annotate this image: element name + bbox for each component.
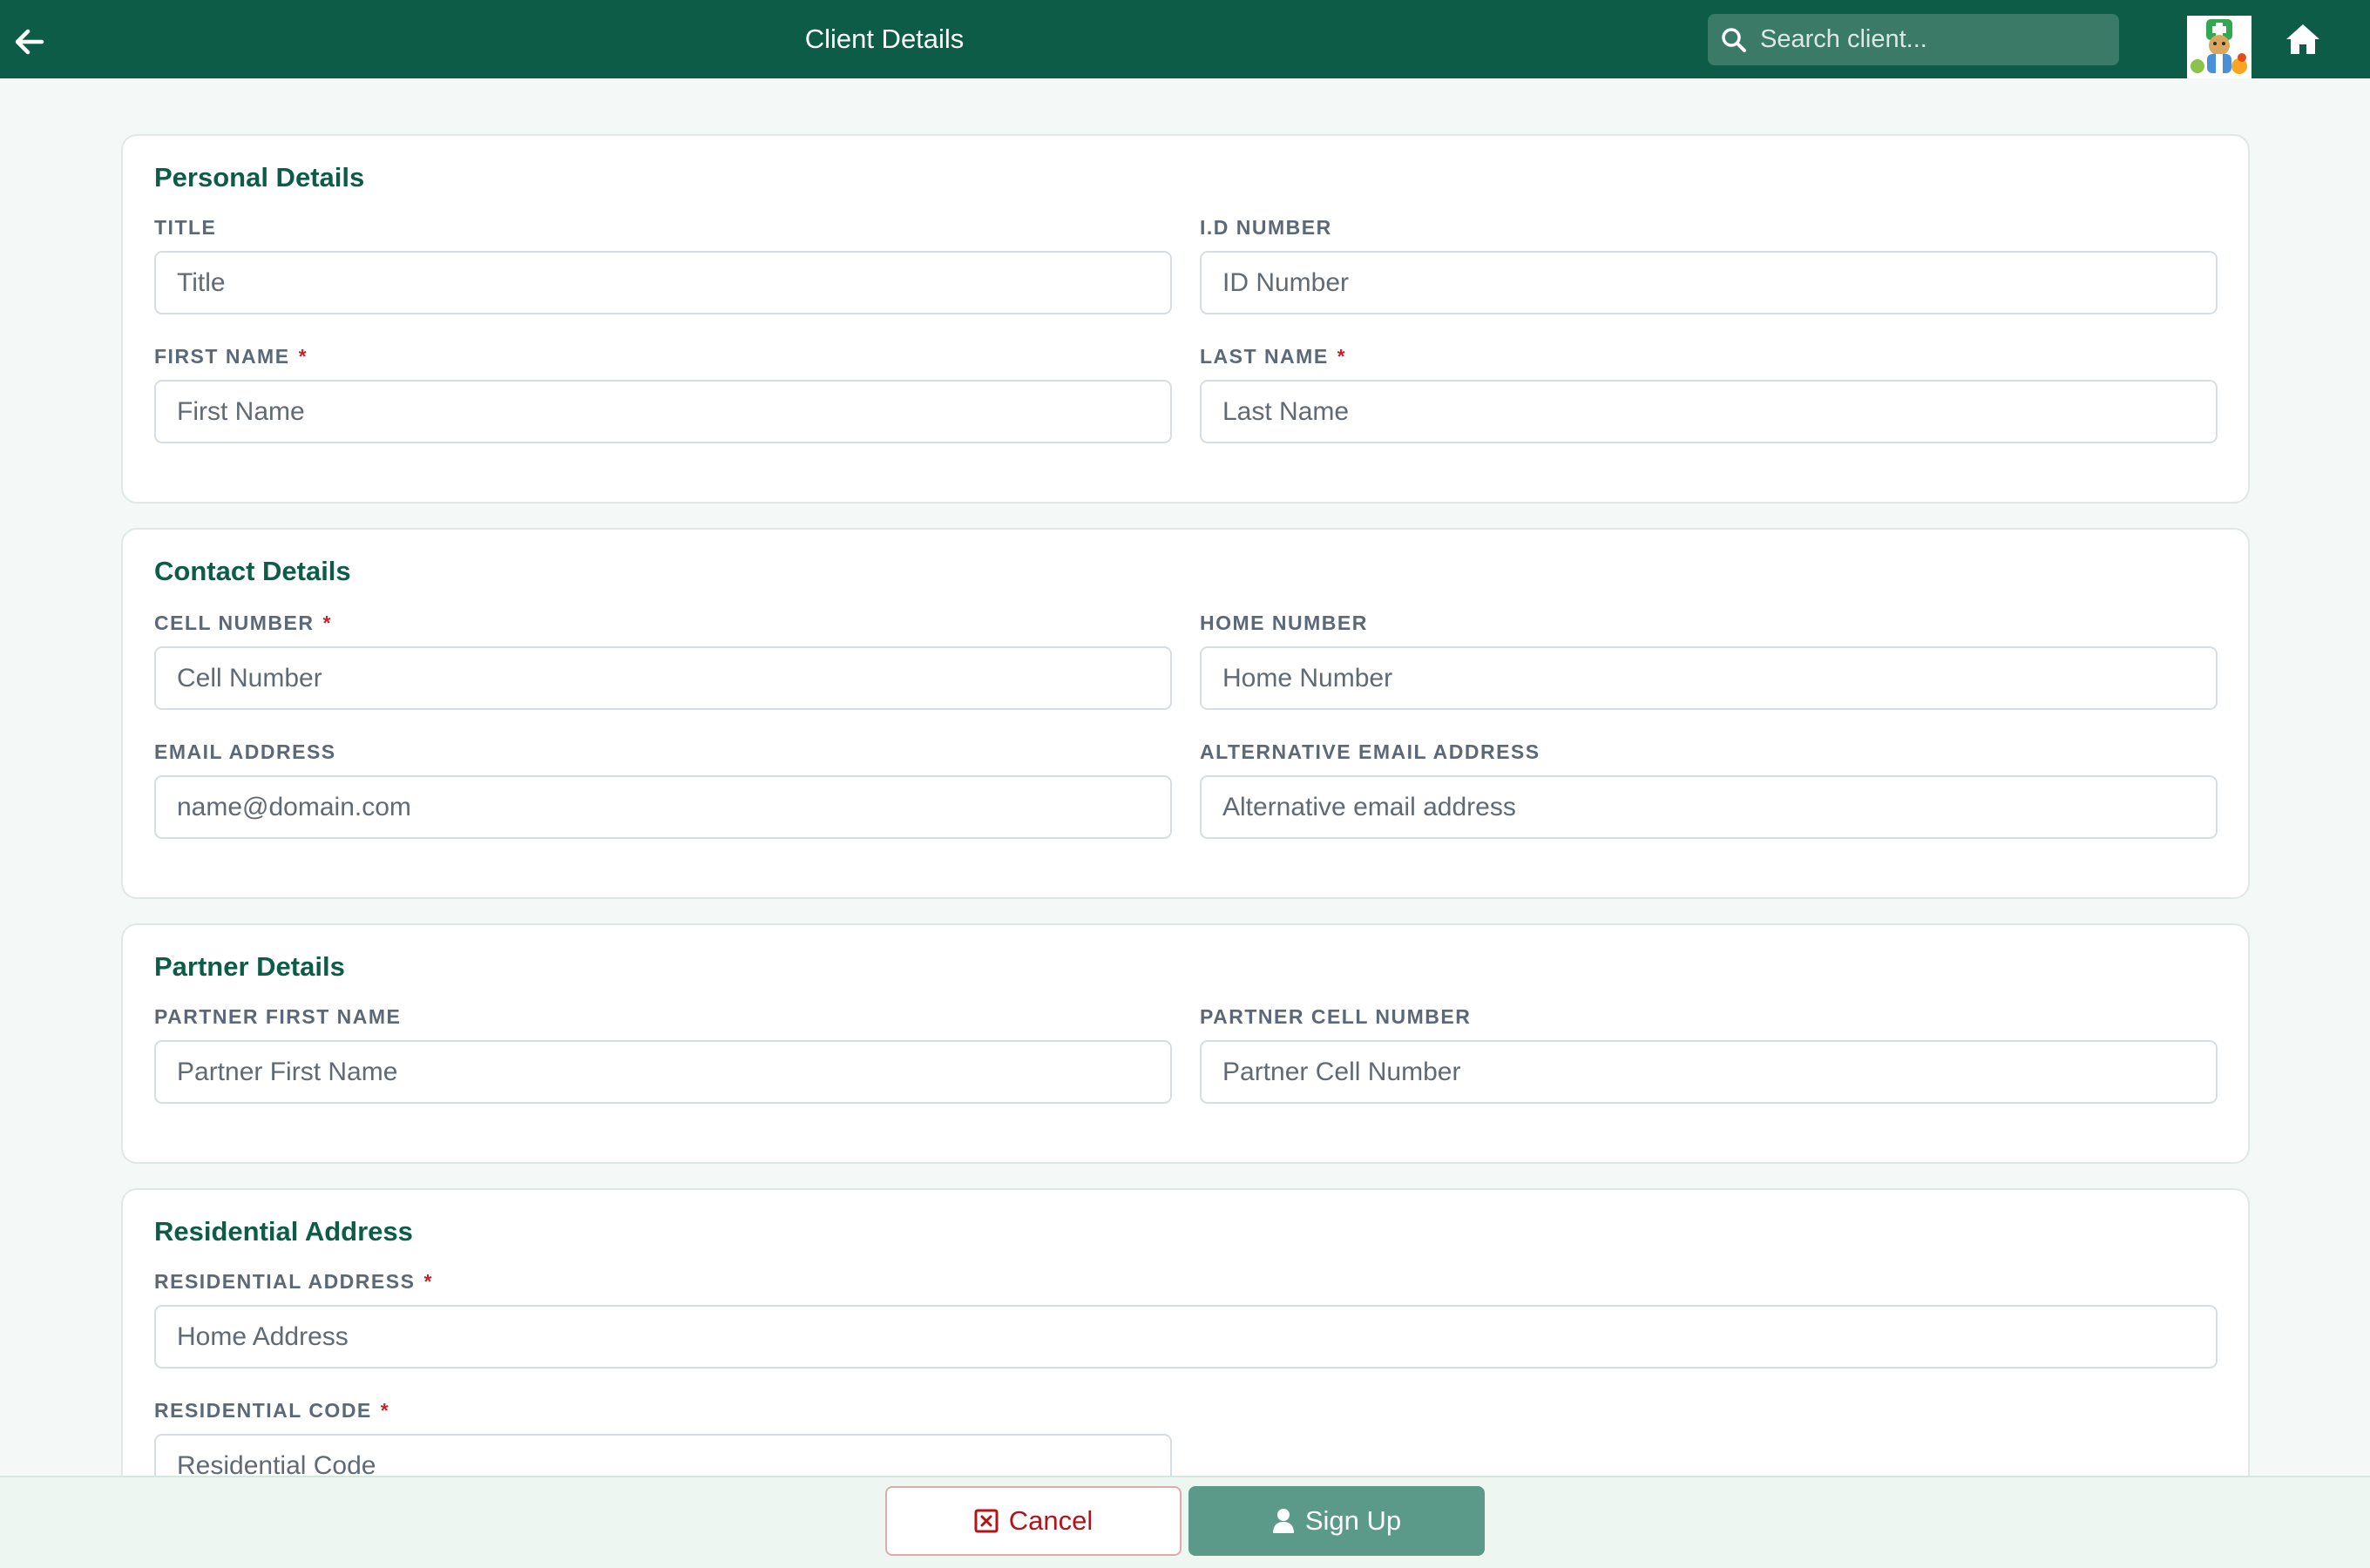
home-button[interactable] xyxy=(2281,19,2325,59)
sign-up-button[interactable]: Sign Up xyxy=(1188,1486,1485,1556)
user-icon xyxy=(1272,1509,1294,1533)
cancel-button[interactable]: Cancel xyxy=(885,1486,1182,1556)
required-marker: * xyxy=(423,1270,433,1293)
page-title: Client Details xyxy=(804,24,965,54)
form-actions-bar: Cancel Sign Up xyxy=(0,1476,2370,1568)
home-icon xyxy=(2286,24,2319,54)
close-box-icon xyxy=(974,1509,999,1533)
section-title: Residential Address xyxy=(154,1216,413,1247)
partner-first-name-field[interactable] xyxy=(154,1040,1172,1104)
residential-address-label: RESIDENTIAL ADDRESS * xyxy=(154,1270,433,1293)
last-name-label: LAST NAME * xyxy=(1200,345,1347,368)
email-label: EMAIL ADDRESS xyxy=(154,740,336,763)
required-marker: * xyxy=(380,1399,390,1422)
alt-email-field[interactable] xyxy=(1200,775,2218,839)
personal-details-card: Personal Details TITLE I.D NUMBER FIRST … xyxy=(121,134,2250,504)
section-title: Partner Details xyxy=(154,951,345,982)
id-number-field[interactable] xyxy=(1200,251,2218,314)
partner-cell-number-field[interactable] xyxy=(1200,1040,2218,1104)
home-number-field[interactable] xyxy=(1200,646,2218,710)
email-field[interactable] xyxy=(154,775,1172,839)
cancel-label: Cancel xyxy=(1008,1505,1094,1536)
contact-details-card: Contact Details CELL NUMBER* HOME NUMBER… xyxy=(121,528,2250,899)
sign-up-label: Sign Up xyxy=(1304,1505,1402,1536)
avatar[interactable] xyxy=(2187,16,2252,78)
required-marker: * xyxy=(322,612,332,634)
last-name-field[interactable] xyxy=(1200,380,2218,443)
first-name-field[interactable] xyxy=(154,380,1172,443)
title-label: TITLE xyxy=(154,216,217,239)
arrow-left-icon xyxy=(15,29,44,55)
residential-code-label: RESIDENTIAL CODE * xyxy=(154,1399,390,1422)
id-number-label: I.D NUMBER xyxy=(1200,216,1332,239)
search-box[interactable] xyxy=(1708,14,2119,65)
title-field[interactable] xyxy=(154,251,1172,314)
partner-first-name-label: PARTNER FIRST NAME xyxy=(154,1005,402,1028)
alt-email-label: ALTERNATIVE EMAIL ADDRESS xyxy=(1200,740,1540,763)
cell-number-field[interactable] xyxy=(154,646,1172,710)
home-number-label: HOME NUMBER xyxy=(1200,612,1368,634)
required-marker: * xyxy=(298,345,308,368)
mascot-logo-icon xyxy=(2187,16,2252,78)
search-icon xyxy=(1708,14,1760,65)
back-button[interactable] xyxy=(12,24,47,59)
first-name-label: FIRST NAME * xyxy=(154,345,308,368)
app-header: Client Details xyxy=(0,0,2370,78)
required-marker: * xyxy=(1337,345,1347,368)
cell-number-label: CELL NUMBER * xyxy=(154,612,332,634)
section-title: Personal Details xyxy=(154,162,365,193)
partner-cell-number-label: PARTNER CELL NUMBER xyxy=(1200,1005,1472,1028)
search-input[interactable] xyxy=(1760,14,2119,65)
residential-address-field[interactable] xyxy=(154,1305,2218,1369)
section-title: Contact Details xyxy=(154,556,351,586)
partner-details-card: Partner Details PARTNER FIRST NAME PARTN… xyxy=(121,923,2250,1164)
